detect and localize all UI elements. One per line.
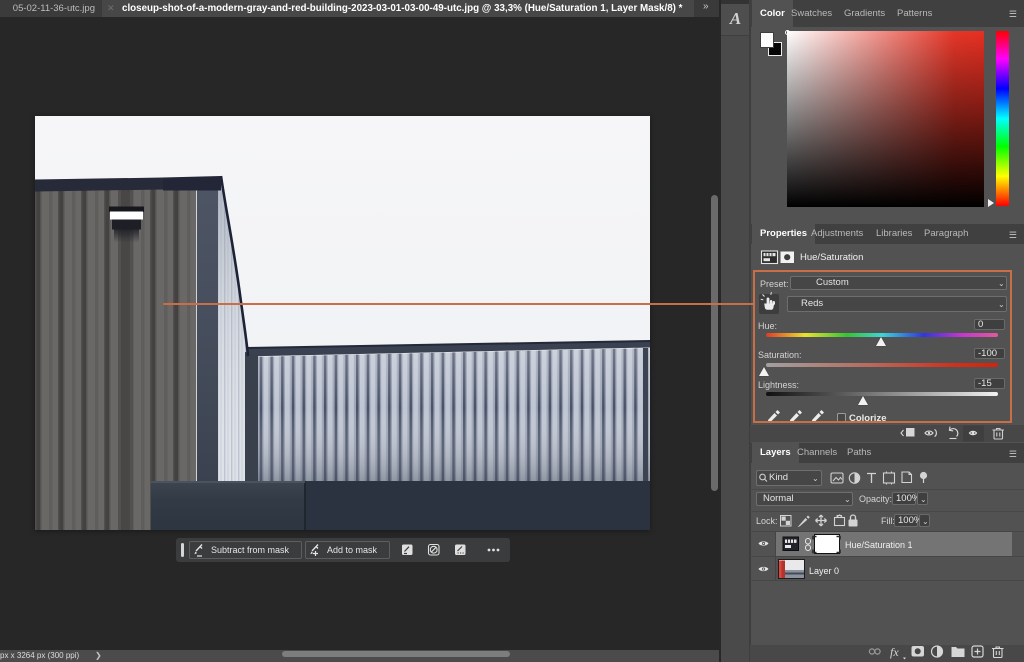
svg-text:fx: fx (890, 645, 899, 659)
